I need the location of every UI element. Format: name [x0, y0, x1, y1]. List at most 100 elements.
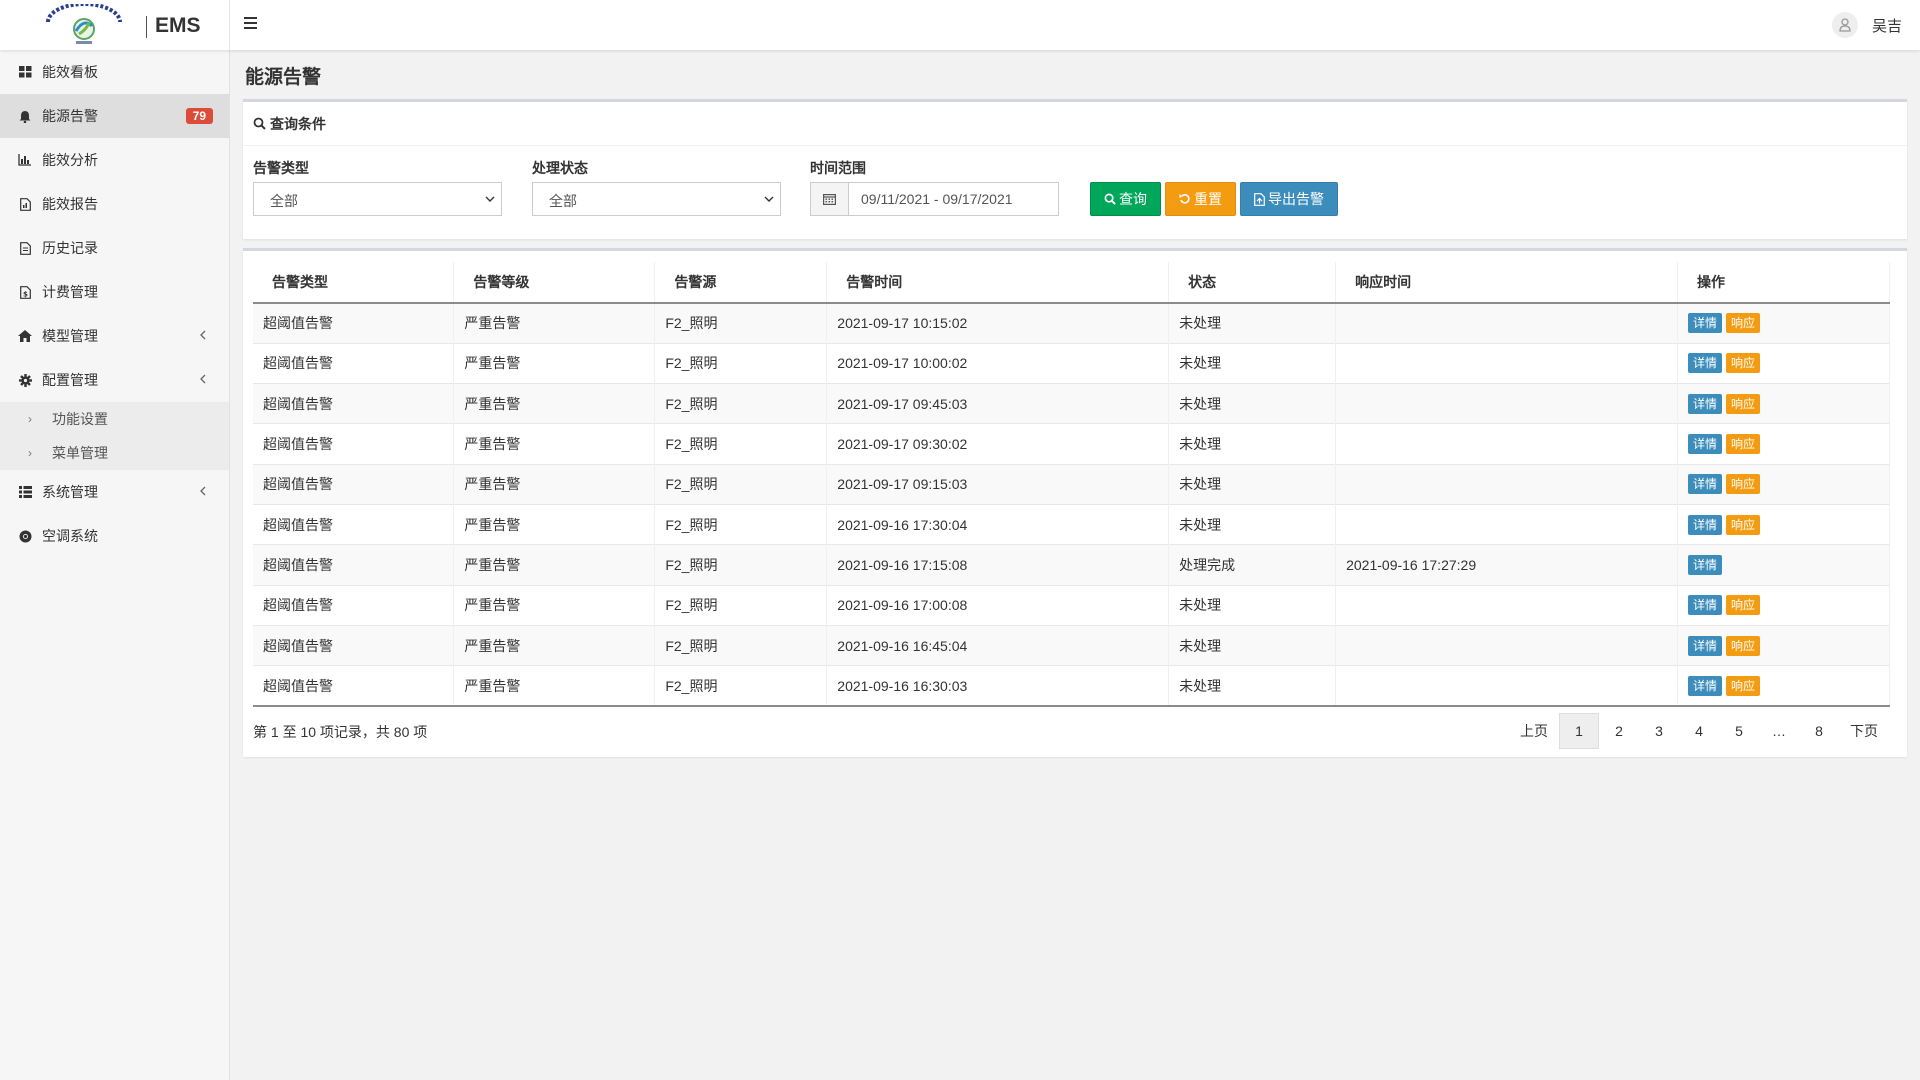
- detail-button[interactable]: 详情: [1688, 393, 1723, 414]
- respond-button[interactable]: 响应: [1726, 635, 1761, 656]
- prev-page-button[interactable]: 上页: [1509, 713, 1559, 749]
- cell-actions: 详情 响应: [1677, 665, 1890, 707]
- respond-button[interactable]: 响应: [1726, 595, 1761, 616]
- cell-actions: 详情 响应: [1677, 584, 1890, 626]
- sidebar-item-label: 系统管理: [42, 484, 98, 500]
- search-icon: [1104, 193, 1116, 205]
- reset-button[interactable]: 重置: [1165, 182, 1236, 216]
- cell-time: 2021-09-17 10:15:02: [826, 302, 1170, 344]
- cell-status: 处理完成: [1168, 544, 1337, 586]
- alarm-type-select[interactable]: 全部: [253, 182, 502, 216]
- alarm-type-value: 全部: [270, 193, 298, 209]
- column-header[interactable]: 告警源: [654, 262, 828, 304]
- column-header[interactable]: 告警类型: [253, 262, 455, 304]
- respond-button[interactable]: 响应: [1726, 514, 1761, 535]
- detail-button[interactable]: 详情: [1688, 514, 1723, 535]
- cell-time: 2021-09-16 17:15:08: [826, 544, 1170, 586]
- respond-button[interactable]: 响应: [1726, 474, 1761, 495]
- time-range-input[interactable]: 09/11/2021 - 09/17/2021: [810, 182, 1059, 216]
- company-logo: [46, 4, 122, 44]
- cell-response: [1335, 624, 1678, 666]
- cell-status: 未处理: [1168, 302, 1337, 344]
- page-button[interactable]: 1: [1559, 713, 1599, 749]
- detail-button[interactable]: 详情: [1688, 675, 1723, 696]
- respond-button[interactable]: 响应: [1726, 313, 1761, 334]
- sidebar-item-model-management[interactable]: 模型管理: [0, 314, 229, 358]
- detail-button[interactable]: 详情: [1688, 313, 1723, 334]
- sidebar-item-label: 能源告警: [42, 108, 98, 124]
- sidebar-item-billing[interactable]: $ 计费管理: [0, 270, 229, 314]
- export-button-label: 导出告警: [1268, 191, 1324, 207]
- sidebar-item-efficiency-analysis[interactable]: 能效分析: [0, 138, 229, 182]
- column-header[interactable]: 响应时间: [1335, 262, 1678, 304]
- time-range-value: 09/11/2021 - 09/17/2021: [861, 191, 1013, 207]
- detail-button[interactable]: 详情: [1688, 353, 1723, 374]
- respond-button[interactable]: 响应: [1726, 393, 1761, 414]
- export-alarm-button[interactable]: 导出告警: [1240, 182, 1338, 216]
- cell-time: 2021-09-17 09:45:03: [826, 383, 1170, 424]
- cell-status: 未处理: [1168, 423, 1337, 465]
- brand-name: EMS: [155, 14, 201, 37]
- respond-button[interactable]: 响应: [1726, 675, 1761, 696]
- column-header[interactable]: 状态: [1168, 262, 1337, 304]
- sidebar-item-air-conditioning[interactable]: 空调系统: [0, 514, 229, 558]
- detail-button[interactable]: 详情: [1688, 595, 1723, 616]
- cell-status: 未处理: [1168, 584, 1337, 626]
- respond-button[interactable]: 响应: [1726, 353, 1761, 374]
- sidebar-item-config-management[interactable]: 配置管理: [0, 358, 229, 402]
- chrome-icon: [18, 529, 32, 543]
- export-file-icon: [1254, 192, 1265, 206]
- sidebar-item-label: 配置管理: [42, 372, 98, 388]
- cell-response: [1335, 503, 1678, 545]
- chevron-left-icon: [200, 330, 206, 340]
- sidebar-item-dashboard[interactable]: 能效看板: [0, 50, 229, 94]
- home-icon: [18, 329, 32, 343]
- file-text-icon: [18, 241, 32, 255]
- page-button[interactable]: 4: [1679, 713, 1719, 749]
- page-button[interactable]: 8: [1799, 713, 1839, 749]
- submenu-item-function-settings[interactable]: › 功能设置: [0, 402, 229, 436]
- cell-actions: 详情 响应: [1677, 342, 1890, 384]
- column-header[interactable]: 告警等级: [453, 262, 656, 304]
- cell-level: 严重告警: [453, 665, 656, 707]
- page-button[interactable]: 5: [1719, 713, 1759, 749]
- cell-actions: 详情 响应: [1677, 624, 1890, 666]
- cell-level: 严重告警: [453, 624, 656, 666]
- column-header[interactable]: 告警时间: [826, 262, 1170, 304]
- sidebar-item-label: 模型管理: [42, 328, 98, 344]
- cell-response: [1335, 463, 1678, 505]
- respond-button[interactable]: 响应: [1726, 434, 1761, 455]
- cell-type: 超阈值告警: [253, 383, 455, 424]
- cell-status: 未处理: [1168, 665, 1337, 707]
- cell-actions: 详情 响应: [1677, 302, 1890, 344]
- page-button[interactable]: 3: [1639, 713, 1679, 749]
- cell-source: F2_照明: [654, 383, 828, 424]
- detail-button[interactable]: 详情: [1688, 434, 1723, 455]
- table-row: 超阈值告警 严重告警 F2_照明 2021-09-16 17:15:08 处理完成 202…: [253, 544, 1890, 586]
- sidebar-item-system-management[interactable]: 系统管理: [0, 470, 229, 514]
- detail-button[interactable]: 详情: [1688, 635, 1723, 656]
- sidebar-item-efficiency-report[interactable]: 能效报告: [0, 182, 229, 226]
- next-page-button[interactable]: 下页: [1839, 713, 1889, 749]
- page-button[interactable]: 2: [1599, 713, 1639, 749]
- alarm-table-panel: 告警类型 告警等级 告警源 告警时间 状态 响应时间 操作 超阈值告警 严重告警 F…: [243, 248, 1907, 757]
- cell-level: 严重告警: [453, 503, 656, 545]
- menu-toggle-icon[interactable]: [242, 14, 262, 34]
- status-select[interactable]: 全部: [532, 182, 781, 216]
- dashboard-icon: [18, 65, 32, 79]
- alarm-count-badge: 79: [185, 108, 213, 124]
- gear-icon: [18, 373, 32, 387]
- user-menu[interactable]: 吴吉: [1831, 12, 1902, 38]
- sidebar-item-energy-alarm[interactable]: 能源告警 79: [0, 94, 229, 138]
- cell-response: [1335, 342, 1678, 384]
- table-row: 超阈值告警 严重告警 F2_照明 2021-09-17 10:00:02 未处理 详情 响应: [253, 342, 1890, 384]
- cell-actions: 详情 响应: [1677, 503, 1890, 545]
- search-button[interactable]: 查询: [1090, 182, 1161, 216]
- cell-status: 未处理: [1168, 383, 1337, 424]
- detail-button[interactable]: 详情: [1688, 474, 1723, 495]
- cell-response: [1335, 423, 1678, 465]
- sidebar-item-history[interactable]: 历史记录: [0, 226, 229, 270]
- detail-button[interactable]: 详情: [1688, 554, 1723, 575]
- submenu-item-menu-management[interactable]: › 菜单管理: [0, 436, 229, 470]
- time-range-label: 时间范围: [810, 160, 866, 176]
